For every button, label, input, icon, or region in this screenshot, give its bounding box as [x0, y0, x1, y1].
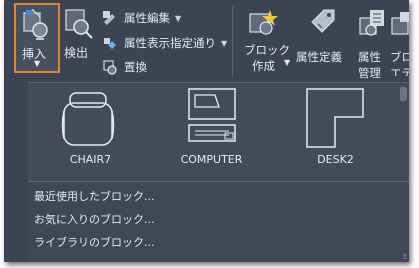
menu-item-library-blocks[interactable]: ライブラリのブロック...: [34, 234, 155, 250]
create-block-button[interactable]: ブロック 作成 ▼: [240, 6, 292, 76]
attribute-display-label: 属性表示指定通り: [124, 36, 216, 50]
block-editor-icon: [391, 12, 409, 35]
resize-grip-icon[interactable]: ⁞⁞: [403, 252, 407, 261]
attribute-display-icon: [104, 38, 116, 49]
create-block-label-1: ブロック: [244, 43, 290, 57]
block-gallery-dropdown: CHAIR7 COMPUTER DESK2 最近使用したブロック... お気に入…: [28, 82, 409, 262]
block-editor-label-1: ブロッ: [390, 50, 409, 64]
insert-button[interactable]: 挿入 ▼: [14, 3, 60, 73]
chevron-down-icon: ▼: [221, 38, 228, 48]
menu-item-recent-blocks[interactable]: 最近使用したブロック...: [34, 188, 155, 204]
attribute-edit-label: 属性編集: [124, 11, 170, 25]
menu-item-favorite-blocks[interactable]: お気に入りのブロック...: [34, 211, 155, 227]
computer-icon: [188, 88, 236, 142]
desk-icon: [306, 88, 364, 148]
manage-attributes-button[interactable]: 属性 管理: [352, 6, 388, 80]
block-tile-desk2[interactable]: DESK2: [273, 83, 398, 171]
manage-attributes-icon: [359, 10, 384, 36]
define-attribute-button[interactable]: 属性定義: [296, 6, 348, 76]
detect-button[interactable]: 検出: [62, 6, 96, 66]
define-attribute-icon: [311, 9, 335, 33]
attribute-display-button[interactable]: 属性表示指定通り ▼: [102, 35, 227, 51]
ribbon-separator: [232, 6, 233, 76]
define-attribute-label: 属性定義: [296, 50, 342, 64]
replace-icon: [103, 60, 117, 75]
ribbon-block-panel: 挿入 ▼ 検出 属性編集 ▼ 属性表示指定通り ▼ 置換 ブロック 作成 ▼ 属…: [4, 0, 409, 82]
replace-button[interactable]: 置換: [102, 59, 147, 75]
chevron-down-icon: ▼: [34, 59, 41, 68]
block-tile-computer[interactable]: COMPUTER: [149, 83, 274, 171]
chevron-down-icon: ▼: [175, 13, 182, 23]
detect-label: 検出: [64, 46, 89, 60]
detect-icon: [65, 9, 93, 39]
create-block-icon: [249, 10, 278, 35]
block-name-desk2: DESK2: [317, 153, 354, 166]
manage-attributes-label-1: 属性: [358, 50, 381, 64]
block-name-chair7: CHAIR7: [69, 153, 112, 166]
block-menu: 最近使用したブロック... お気に入りのブロック... ライブラリのブロック..…: [28, 181, 409, 262]
insert-block-icon: [23, 9, 48, 40]
attribute-edit-icon: [103, 11, 115, 25]
block-name-computer: COMPUTER: [180, 153, 243, 166]
block-editor-button[interactable]: ブロッ エディ: [388, 6, 409, 76]
create-block-label-2: 作成: [252, 59, 275, 73]
manage-attributes-label-2: 管理: [358, 66, 381, 80]
block-editor-label-2: エディ: [390, 66, 409, 76]
chevron-down-icon: ▼: [284, 58, 291, 67]
replace-label: 置換: [124, 60, 147, 74]
chair-icon: [61, 92, 115, 146]
attribute-edit-button[interactable]: 属性編集 ▼: [102, 10, 181, 26]
block-tile-chair7[interactable]: CHAIR7: [28, 83, 153, 171]
autocad-block-panel: 挿入 ▼ 検出 属性編集 ▼ 属性表示指定通り ▼ 置換 ブロック 作成 ▼ 属…: [4, 0, 409, 262]
gallery-scrollbar[interactable]: [400, 87, 407, 101]
